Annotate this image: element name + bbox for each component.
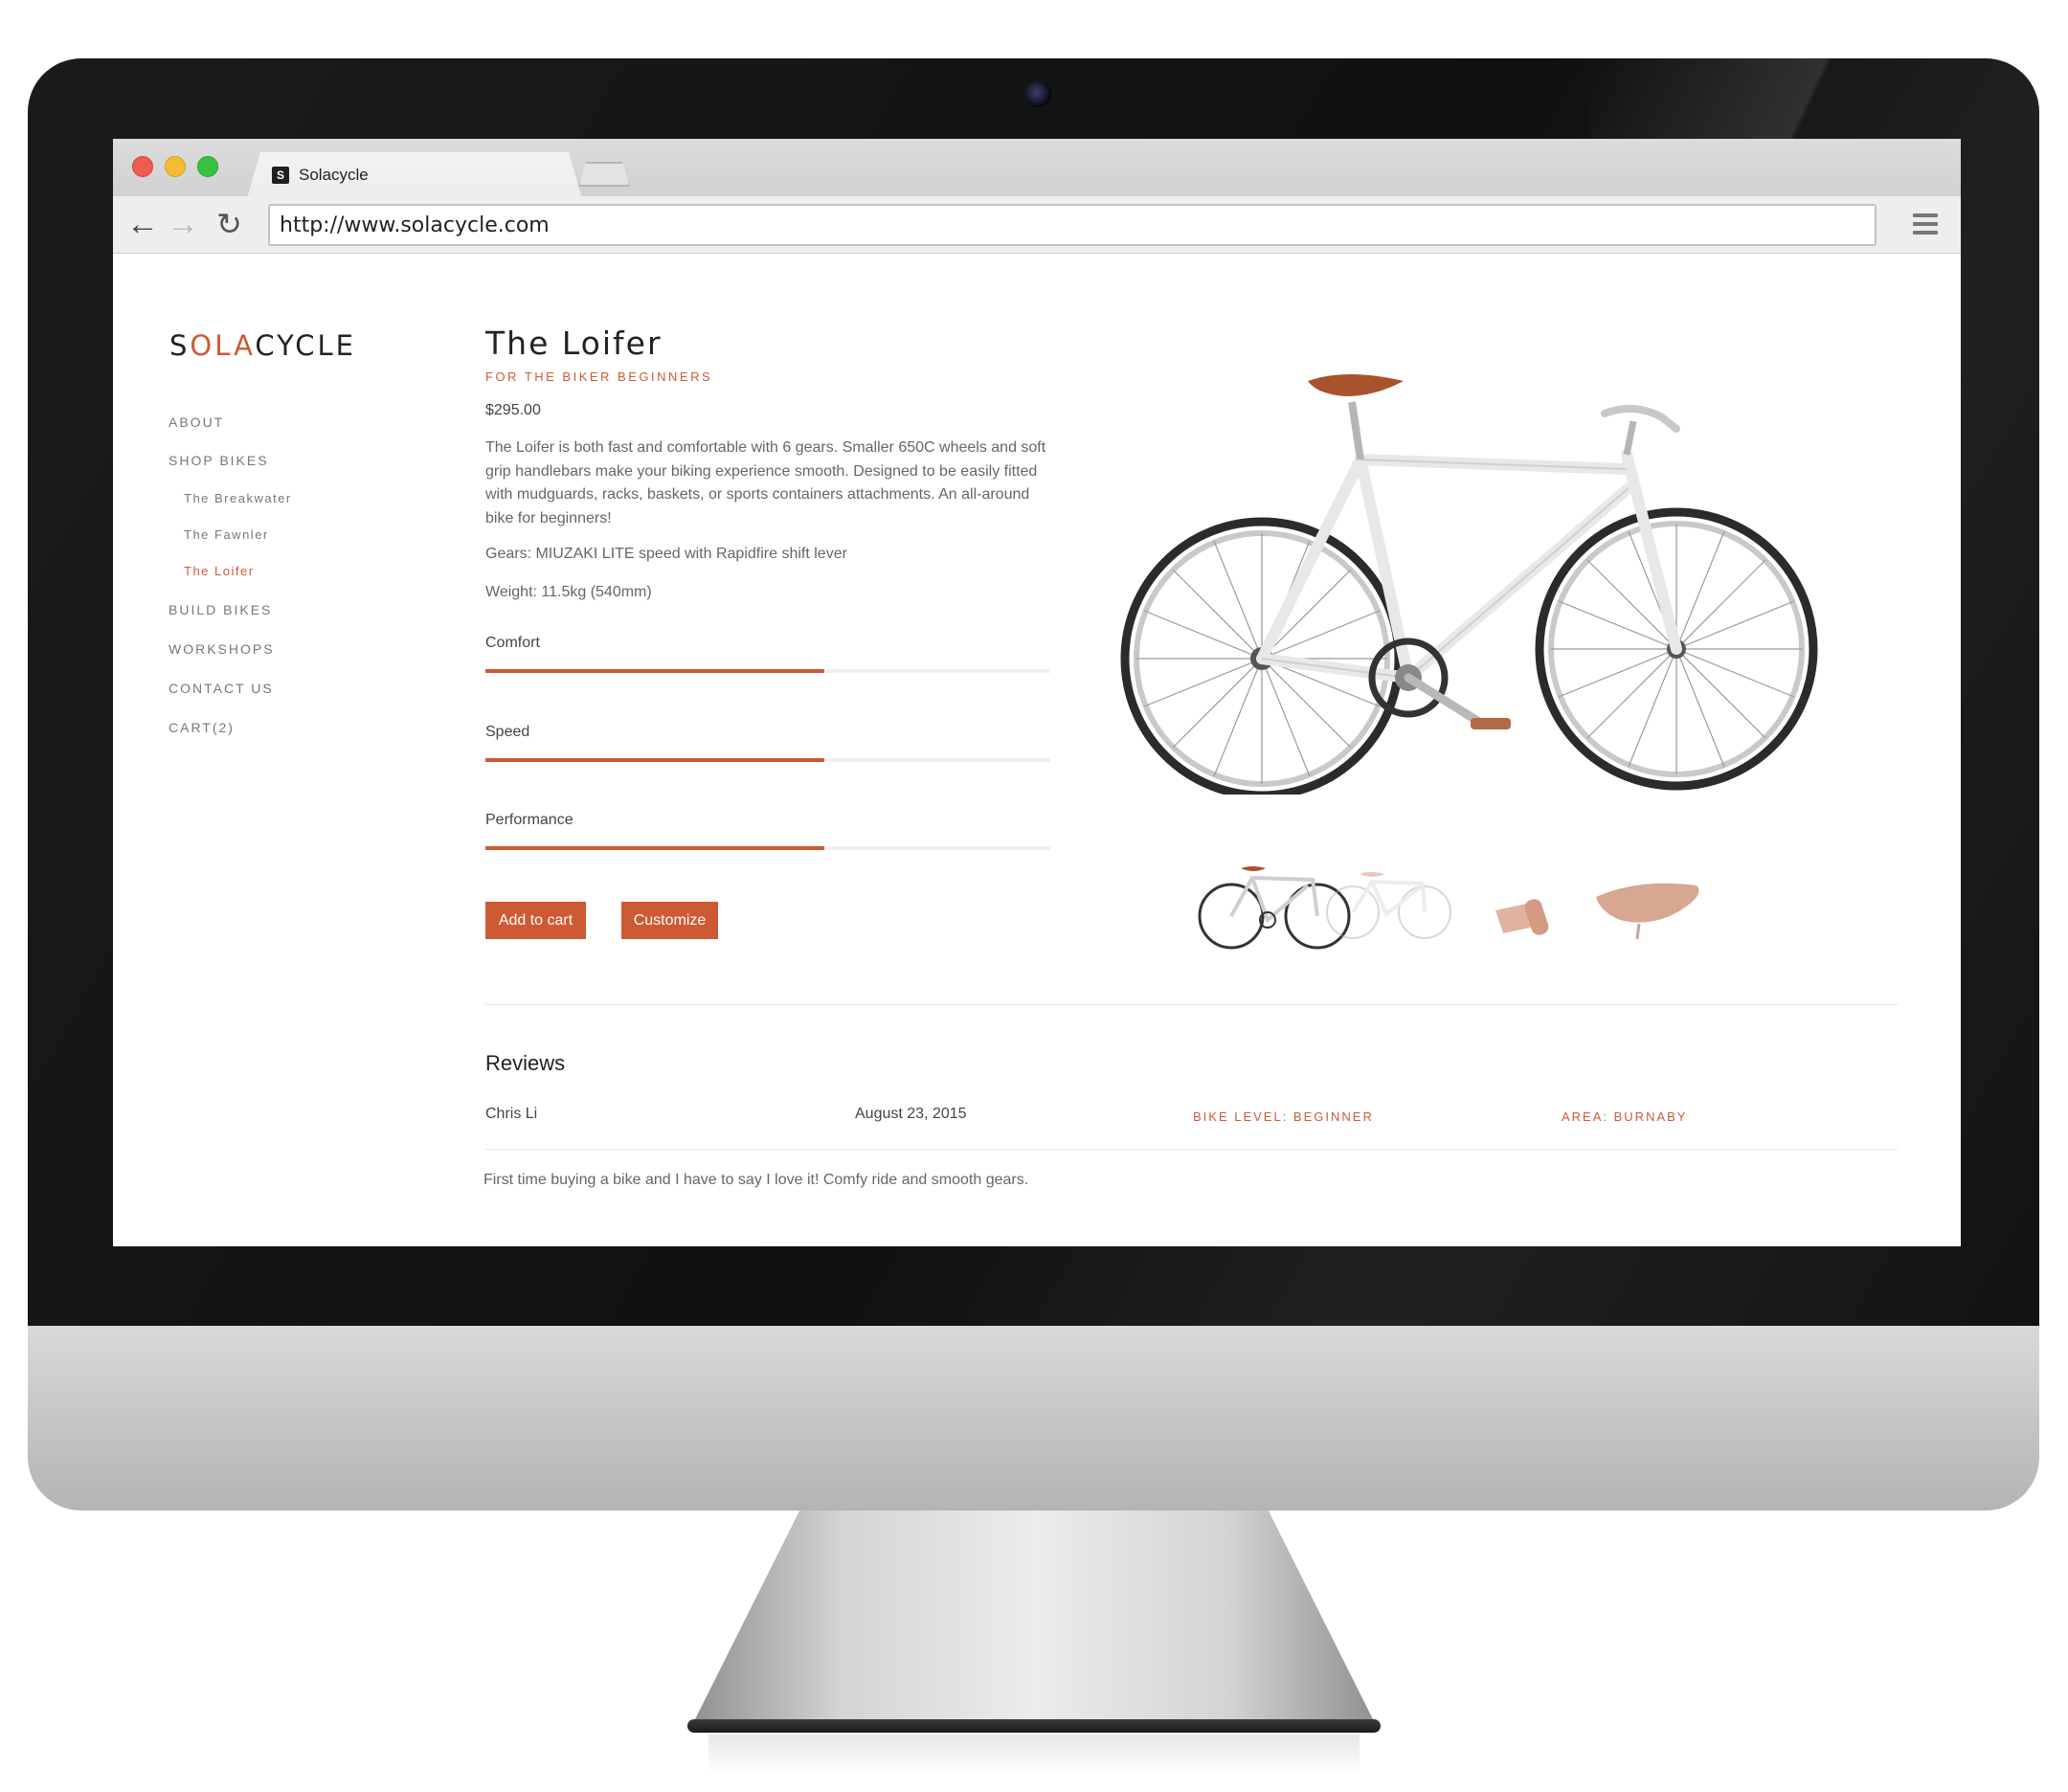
maximize-window-button[interactable]	[197, 156, 218, 177]
back-arrow-icon[interactable]: ←	[126, 208, 159, 240]
speed-meter	[485, 758, 1050, 762]
new-tab-button[interactable]	[578, 162, 630, 187]
browser-tab[interactable]: S Solacycle	[247, 152, 582, 198]
bike-hero-image	[1120, 374, 1818, 795]
bike-frame	[1256, 449, 1682, 683]
saddle-thumbnail[interactable]	[1562, 857, 1725, 957]
review-date: August 23, 2015	[855, 1106, 967, 1122]
minimize-window-button[interactable]	[165, 156, 186, 177]
nav-about[interactable]: ABOUT	[169, 414, 224, 430]
speed-meter-fill	[485, 758, 824, 762]
speed-label: Speed	[485, 724, 530, 740]
browser-toolbar: ← → ↻ http://www.solacycle.com	[113, 196, 1961, 254]
nav-sub-fawnler[interactable]: The Fawnler	[184, 527, 269, 542]
product-title: The Loifer	[485, 325, 663, 362]
pedal	[1471, 718, 1511, 729]
tab-title: Solacycle	[299, 166, 369, 184]
favicon-icon: S	[272, 167, 289, 184]
reviews-title: Reviews	[485, 1051, 566, 1075]
monitor-chin	[28, 1326, 2039, 1511]
reload-icon[interactable]: ↻	[216, 209, 242, 239]
add-to-cart-button[interactable]: Add to cart	[485, 902, 586, 939]
review-text: First time buying a bike and I have to s…	[483, 1172, 1029, 1188]
customize-button[interactable]: Customize	[621, 902, 718, 939]
review-area: AREA: BURNABY	[1562, 1109, 1688, 1124]
forward-arrow-icon[interactable]: →	[167, 208, 199, 240]
logo-letter-s: S	[169, 329, 191, 362]
nav-contact-us[interactable]: CONTACT US	[169, 681, 274, 696]
review-bike-level: BIKE LEVEL: BEGINNER	[1193, 1109, 1374, 1124]
address-bar[interactable]: http://www.solacycle.com	[268, 204, 1877, 246]
logo-accent: OLA	[190, 329, 256, 362]
screen: S Solacycle ← → ↻ http://www.solacycle.c…	[113, 139, 1961, 1246]
review-divider	[485, 1149, 1898, 1150]
review-author: Chris Li	[485, 1106, 538, 1122]
logo-suffix: CYCLE	[255, 329, 357, 362]
hamburger-menu-icon[interactable]	[1913, 213, 1938, 236]
performance-meter	[485, 846, 1050, 850]
product-description: The Loifer is both fast and comfortable …	[485, 439, 1046, 526]
stand-reflection	[708, 1735, 1360, 1773]
performance-label: Performance	[485, 812, 573, 828]
monitor-stand-base	[687, 1719, 1381, 1733]
handlebar	[1601, 404, 1680, 433]
monitor-stand	[689, 1511, 1379, 1731]
performance-meter-fill	[485, 846, 824, 850]
site-logo[interactable]: SOLACYCLE	[169, 329, 356, 362]
product-weight: Weight: 11.5kg (540mm)	[485, 584, 652, 600]
nav-cart[interactable]: CART(2)	[169, 720, 235, 735]
product-subtitle: FOR THE BIKER BEGINNERS	[485, 370, 713, 384]
nav-shop-bikes[interactable]: SHOP BIKES	[169, 453, 269, 468]
comfort-label: Comfort	[485, 635, 540, 651]
saddle	[1308, 374, 1404, 396]
comfort-meter	[485, 669, 1050, 673]
camera-icon	[1024, 80, 1051, 107]
nav-workshops[interactable]: WORKSHOPS	[169, 641, 275, 657]
nav-build-bikes[interactable]: BUILD BIKES	[169, 602, 272, 617]
comfort-meter-fill	[485, 669, 824, 673]
nav-sub-loifer[interactable]: The Loifer	[184, 564, 255, 578]
browser-tab-bar: S Solacycle	[113, 139, 1961, 198]
close-window-button[interactable]	[132, 156, 153, 177]
web-page: SOLACYCLE ABOUT SHOP BIKES The Breakwate…	[113, 254, 1961, 1246]
section-divider	[485, 1004, 1898, 1005]
product-gears: Gears: MIUZAKI LITE speed with Rapidfire…	[485, 546, 847, 562]
nav-sub-breakwater[interactable]: The Breakwater	[184, 491, 292, 505]
product-price: $295.00	[485, 402, 541, 418]
